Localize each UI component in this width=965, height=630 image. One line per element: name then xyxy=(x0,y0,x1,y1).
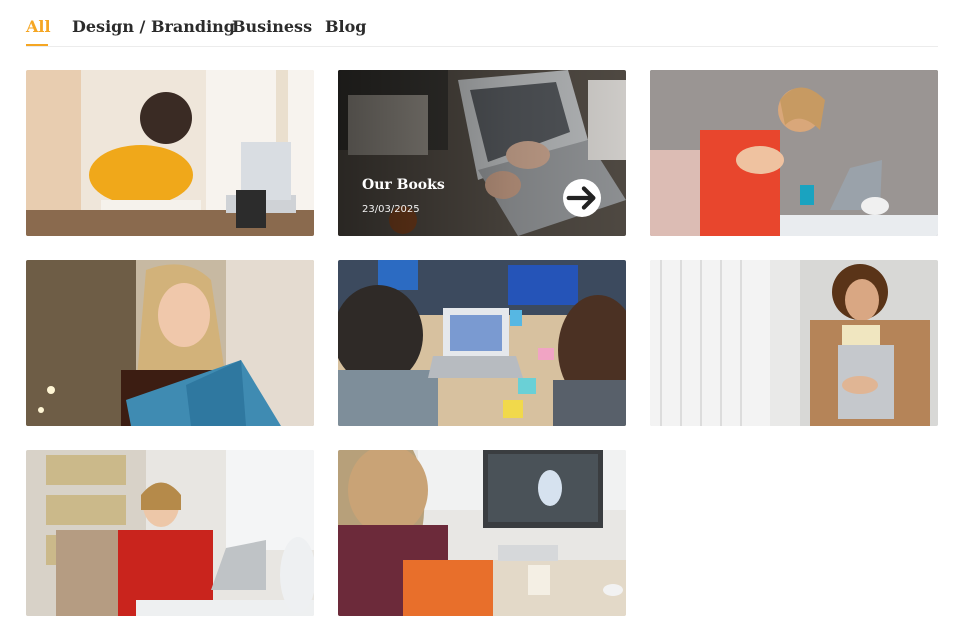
arrow-right-icon xyxy=(566,186,596,210)
photo-woman-holding-laptop xyxy=(650,260,938,426)
photo-students-laptop xyxy=(338,260,626,426)
photo-video-call xyxy=(338,450,626,616)
portfolio-filter-tabs: All Design / Branding Business Blog xyxy=(26,0,938,47)
active-tab-indicator xyxy=(26,44,48,46)
tab-design-branding[interactable]: Design / Branding xyxy=(72,17,235,36)
portfolio-item-8[interactable] xyxy=(338,450,626,616)
portfolio-item-1[interactable] xyxy=(26,70,314,236)
tab-business[interactable]: Business xyxy=(232,17,312,36)
photo-woman-writing xyxy=(26,70,314,236)
portfolio-item-3[interactable] xyxy=(650,70,938,236)
tab-blog[interactable]: Blog xyxy=(325,17,366,36)
card-title[interactable]: Our Books xyxy=(362,177,445,193)
view-project-button[interactable] xyxy=(563,179,601,217)
tab-all[interactable]: All xyxy=(26,17,51,36)
portfolio-item-6[interactable] xyxy=(650,260,938,426)
portfolio-item-5[interactable] xyxy=(338,260,626,426)
photo-woman-with-book xyxy=(26,260,314,426)
card-date: 23/03/2025 xyxy=(362,204,420,215)
photo-stressed-woman xyxy=(650,70,938,236)
portfolio-item-featured[interactable]: Our Books 23/03/2025 xyxy=(338,70,626,236)
portfolio-item-4[interactable] xyxy=(26,260,314,426)
portfolio-item-7[interactable] xyxy=(26,450,314,616)
photo-smiling-woman-office xyxy=(26,450,314,616)
